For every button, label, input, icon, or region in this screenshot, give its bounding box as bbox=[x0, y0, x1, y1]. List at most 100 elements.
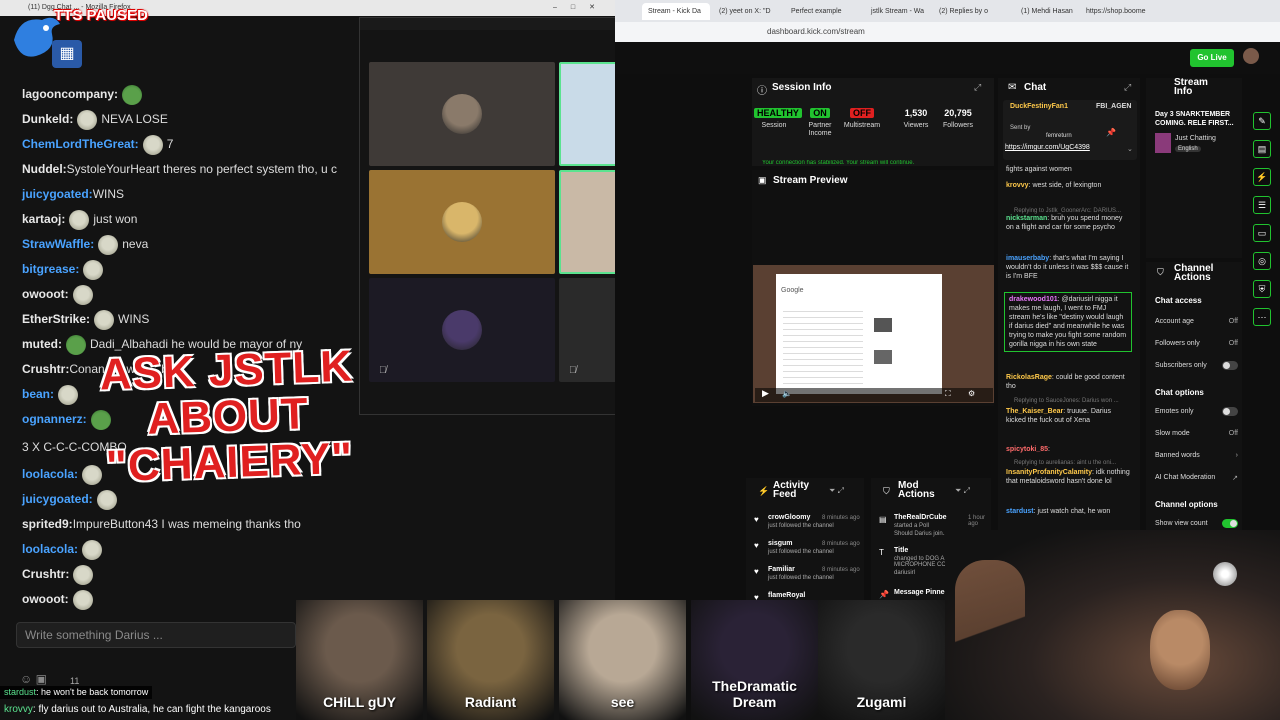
chat-message: loolacola: bbox=[22, 540, 106, 560]
expand-icon[interactable]: ⤢ bbox=[974, 82, 981, 93]
chat-username[interactable]: ChemLordTheGreat: bbox=[22, 137, 139, 151]
mod-action-user[interactable]: TheRealDrCube bbox=[894, 514, 947, 521]
pin-icon[interactable]: 📌 bbox=[1106, 128, 1116, 137]
chat-username[interactable]: juicygoated: bbox=[22, 492, 93, 506]
browser-tab[interactable]: Perfect example bbox=[785, 3, 853, 20]
camera-tile[interactable]: Zugami bbox=[818, 600, 945, 720]
chat-username[interactable]: kartaoj: bbox=[22, 212, 65, 226]
kick-chat-username[interactable]: InsanityProfanityCalamity bbox=[1006, 469, 1092, 476]
chat-title: Chat bbox=[1024, 82, 1047, 93]
activity-user[interactable]: crowGloomy bbox=[768, 514, 810, 521]
lightning-icon: ⚡ bbox=[758, 486, 770, 496]
subscribers-only-toggle[interactable] bbox=[1222, 361, 1238, 370]
settings-gear-icon[interactable]: ⚙ bbox=[968, 389, 975, 398]
chat-username[interactable]: loolacola: bbox=[22, 542, 78, 556]
chat-input[interactable]: Write something Darius ... bbox=[16, 622, 296, 648]
emote-icon bbox=[98, 235, 119, 255]
activity-user[interactable]: flameRoyal bbox=[768, 592, 805, 599]
mod-icon[interactable]: ⛨ bbox=[1253, 280, 1271, 298]
filter-icon[interactable]: ⏷ ⤢ bbox=[955, 486, 970, 496]
chat-options-heading: Chat options bbox=[1155, 388, 1204, 397]
avatar[interactable] bbox=[1243, 48, 1259, 64]
chat-username[interactable]: owooot: bbox=[22, 287, 69, 301]
show-view-count-toggle[interactable] bbox=[1222, 519, 1238, 528]
chat-username[interactable]: sprited9: bbox=[22, 517, 73, 531]
chat-username[interactable]: Nuddel: bbox=[22, 162, 67, 176]
participant-tile[interactable] bbox=[369, 62, 555, 166]
chat-username[interactable]: muted: bbox=[22, 337, 62, 351]
emote-icon[interactable]: ☺ ▣ bbox=[20, 672, 47, 686]
subscribers-only-setting[interactable]: Subscribers only bbox=[1155, 361, 1238, 370]
grid-icon[interactable]: ▦ bbox=[52, 40, 82, 68]
play-icon[interactable]: ▶ bbox=[762, 388, 769, 399]
kick-chat-username[interactable]: stardust bbox=[1006, 508, 1034, 515]
expand-icon[interactable]: ⤢ bbox=[1124, 82, 1131, 93]
chat-username[interactable]: ognannerz: bbox=[22, 412, 87, 426]
camera-tile[interactable]: TheDramatic Dream bbox=[691, 600, 818, 720]
kick-chat-username[interactable]: nickstarman bbox=[1006, 215, 1047, 222]
browser-tab[interactable]: jstlk Stream - Wa bbox=[865, 3, 933, 20]
chat-username[interactable]: bean: bbox=[22, 387, 54, 401]
tab-bar: Stream - Kick Da (2) yeet on X: "D Perfect… bbox=[615, 0, 1280, 22]
go-live-button[interactable]: Go Live bbox=[1190, 49, 1234, 67]
pencil-icon[interactable]: ✎ bbox=[1253, 112, 1271, 130]
activity-user[interactable]: Familiar bbox=[768, 566, 795, 573]
kick-chat-username[interactable]: spicytoki_85 bbox=[1006, 446, 1048, 453]
mod-action-user[interactable]: Title bbox=[894, 547, 908, 554]
session-stat: 20,795 Followers bbox=[938, 108, 978, 130]
activity-user[interactable]: sisgum bbox=[768, 540, 793, 547]
kick-chat-username[interactable]: drakewood101 bbox=[1009, 296, 1058, 303]
browser-tab[interactable]: (1) Mehdi Hasan bbox=[1015, 3, 1083, 20]
stream-title: Day 3 SNARKTEMBER COMING. RELE FIRST... bbox=[1155, 111, 1234, 127]
filter-icon[interactable]: ⏷ ⤢ bbox=[829, 486, 844, 496]
browser-tab[interactable]: (2) yeet on X: "D bbox=[713, 3, 781, 20]
account-age-setting[interactable]: Account age Off bbox=[1155, 318, 1238, 325]
browser-tab[interactable]: Stream - Kick Da bbox=[642, 3, 710, 20]
camera-tile[interactable]: Radiant bbox=[427, 600, 554, 720]
chat-username[interactable]: Crushtr: bbox=[22, 362, 69, 376]
chat-username[interactable]: StrawWaffle: bbox=[22, 237, 94, 251]
ai-moderation-setting[interactable]: AI Chat Moderation ↗ bbox=[1155, 474, 1238, 482]
kick-chat-username[interactable]: RickolasRage bbox=[1006, 374, 1052, 381]
mod-actions-title: Mod Actions bbox=[898, 480, 935, 500]
emotes-only-setting[interactable]: Emotes only bbox=[1155, 407, 1238, 416]
kick-chat-username[interactable]: krovvy bbox=[1006, 182, 1029, 189]
pinned-link[interactable]: https://imgur.com/UgC4398 bbox=[1005, 144, 1090, 151]
chat-message: kartaoj: just won bbox=[22, 210, 137, 230]
volume-icon[interactable]: 🔈 bbox=[782, 389, 792, 398]
followers-only-setting[interactable]: Followers only Off bbox=[1155, 340, 1238, 347]
participant-tile[interactable]: 🎙̸ bbox=[369, 278, 555, 382]
chat-username[interactable]: owooot: bbox=[22, 592, 69, 606]
list-icon[interactable]: ☰ bbox=[1253, 196, 1271, 214]
fullscreen-icon[interactable]: ⛶ bbox=[945, 389, 951, 399]
stat-value: 1,530 bbox=[904, 108, 928, 118]
kick-chat-username[interactable]: imauserbaby bbox=[1006, 255, 1049, 262]
kick-chat-username[interactable]: The_Kaiser_Bear bbox=[1006, 408, 1063, 415]
chat-icon[interactable]: ▤ bbox=[1253, 140, 1271, 158]
chat-username[interactable]: loolacola: bbox=[22, 467, 78, 481]
mod-action-user[interactable]: Message Pinned bbox=[894, 589, 949, 596]
browser-tab[interactable]: (2) Replies by o bbox=[933, 3, 1001, 20]
chat-username[interactable]: Dunkeld: bbox=[22, 112, 73, 126]
emote-icon bbox=[66, 335, 86, 355]
show-view-count-setting[interactable]: Show view count bbox=[1155, 519, 1238, 528]
camera-tile[interactable]: CHiLL gUY bbox=[296, 600, 423, 720]
chevron-down-icon[interactable]: ⌄ bbox=[1127, 145, 1133, 153]
message-icon[interactable]: ▭ bbox=[1253, 224, 1271, 242]
window-controls[interactable]: –□✕ bbox=[553, 0, 609, 16]
chat-username[interactable]: lagooncompany: bbox=[22, 87, 118, 101]
target-icon[interactable]: ◎ bbox=[1253, 252, 1271, 270]
banned-words-setting[interactable]: Banned words › bbox=[1155, 452, 1238, 459]
slow-mode-setting[interactable]: Slow mode Off bbox=[1155, 430, 1238, 437]
browser-tab[interactable]: https://shop.boome bbox=[1080, 3, 1148, 20]
emotes-only-toggle[interactable] bbox=[1222, 407, 1238, 416]
participant-tile[interactable] bbox=[369, 170, 555, 274]
chat-username[interactable]: Crushtr: bbox=[22, 567, 69, 581]
address-bar[interactable]: dashboard.kick.com/stream bbox=[615, 22, 1280, 42]
chat-username[interactable]: EtherStrike: bbox=[22, 312, 90, 326]
lightning-icon[interactable]: ⚡ bbox=[1253, 168, 1271, 186]
camera-tile[interactable]: see bbox=[559, 600, 686, 720]
more-icon[interactable]: ⋯ bbox=[1253, 308, 1271, 326]
chat-username[interactable]: juicygoated: bbox=[22, 187, 93, 201]
chat-username[interactable]: bitgrease: bbox=[22, 262, 79, 276]
